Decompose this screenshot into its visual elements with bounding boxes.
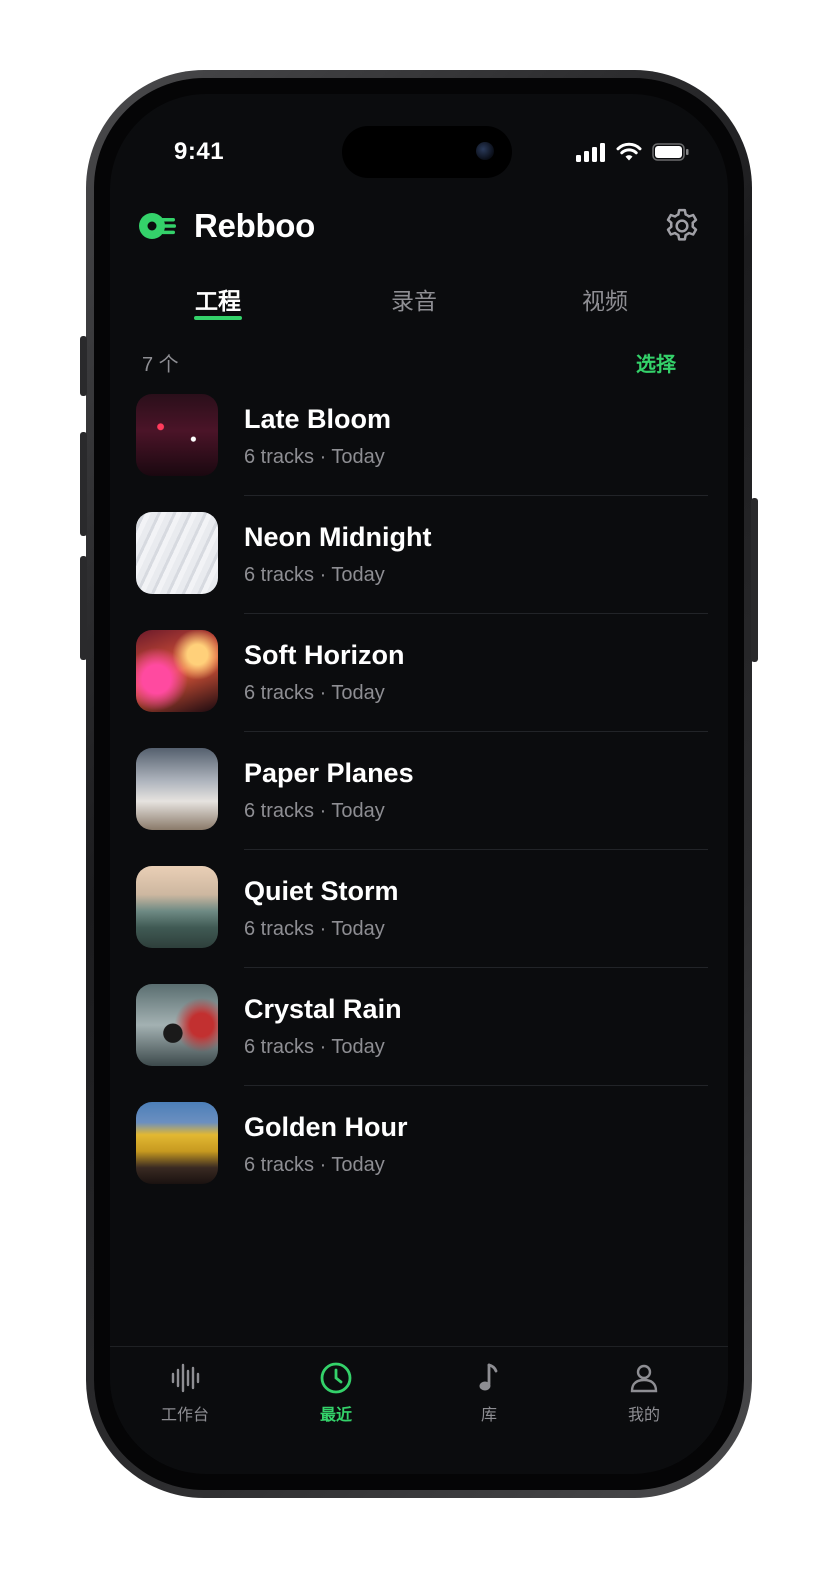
volume-down-button bbox=[80, 556, 87, 660]
project-thumbnail bbox=[136, 866, 218, 948]
dynamic-island bbox=[342, 126, 512, 178]
active-tab-indicator bbox=[194, 316, 242, 320]
tabbar-label: 我的 bbox=[627, 1407, 660, 1424]
project-subtitle: 6 tracks · Today bbox=[244, 682, 385, 704]
project-row[interactable]: Paper Planes 6 tracks · Today bbox=[136, 748, 708, 866]
tabbar-item-recent[interactable]: 最近 bbox=[291, 1361, 381, 1425]
segment-tabs: 工程 录音 视频 bbox=[110, 282, 728, 328]
tab-recordings[interactable]: 录音 bbox=[391, 282, 437, 316]
project-subtitle: 6 tracks · Today bbox=[244, 1154, 385, 1176]
project-title: Late Bloom bbox=[244, 404, 392, 434]
project-thumbnail bbox=[136, 1102, 218, 1184]
tabbar-item-profile[interactable]: 我的 bbox=[599, 1361, 689, 1425]
project-title: Soft Horizon bbox=[244, 640, 405, 670]
project-subtitle: 6 tracks · Today bbox=[244, 1036, 385, 1058]
project-row[interactable]: Neon Midnight 6 tracks · Today bbox=[136, 512, 708, 630]
divider bbox=[244, 495, 708, 496]
status-time: 9:41 bbox=[174, 138, 225, 165]
project-row[interactable]: Golden Hour 6 tracks · Today bbox=[136, 1102, 708, 1220]
camera-icon bbox=[476, 142, 494, 160]
project-title: Paper Planes bbox=[244, 758, 414, 788]
project-thumbnail bbox=[136, 984, 218, 1066]
action-button bbox=[80, 336, 87, 396]
power-button bbox=[751, 498, 758, 662]
gear-icon bbox=[666, 208, 698, 241]
project-subtitle: 6 tracks · Today bbox=[244, 800, 385, 822]
music-note-icon bbox=[479, 1363, 498, 1391]
divider bbox=[244, 849, 708, 850]
project-row[interactable]: Late Bloom 6 tracks · Today bbox=[136, 394, 708, 512]
phone-frame: 9:41 Rebboo 工程 录音 视频 7 个 选择 Late Bloom 6… bbox=[86, 70, 752, 1498]
settings-button[interactable] bbox=[662, 206, 702, 246]
clock-icon bbox=[320, 1362, 352, 1394]
tabbar-item-workbench[interactable]: 工作台 bbox=[140, 1361, 230, 1425]
status-icons bbox=[576, 142, 690, 162]
signal-icon bbox=[576, 143, 605, 162]
divider bbox=[244, 1085, 708, 1086]
project-row[interactable]: Crystal Rain 6 tracks · Today bbox=[136, 984, 708, 1102]
project-row[interactable]: Soft Horizon 6 tracks · Today bbox=[136, 630, 708, 748]
project-title: Crystal Rain bbox=[244, 994, 402, 1024]
divider bbox=[244, 613, 708, 614]
item-count: 7 个 bbox=[142, 354, 179, 376]
project-row[interactable]: Quiet Storm 6 tracks · Today bbox=[136, 866, 708, 984]
app-header: Rebboo bbox=[136, 198, 702, 254]
tabbar-label: 工作台 bbox=[160, 1407, 209, 1424]
app-logo-icon bbox=[136, 204, 180, 248]
project-list: Late Bloom 6 tracks · Today Neon Midnigh… bbox=[136, 394, 708, 1220]
waveform-icon bbox=[171, 1363, 200, 1393]
project-thumbnail bbox=[136, 394, 218, 476]
tabbar-label: 库 bbox=[480, 1407, 497, 1424]
project-title: Quiet Storm bbox=[244, 876, 399, 906]
tab-projects[interactable]: 工程 bbox=[195, 282, 241, 316]
project-subtitle: 6 tracks · Today bbox=[244, 918, 385, 940]
list-header: 7 个 选择 bbox=[142, 348, 676, 378]
divider bbox=[244, 967, 708, 968]
divider bbox=[244, 731, 708, 732]
app-screen: 9:41 Rebboo 工程 录音 视频 7 个 选择 Late Bloom 6… bbox=[110, 94, 728, 1474]
app-title: Rebboo bbox=[194, 207, 316, 244]
bottom-tab-bar: 工作台 最近 库 我的 bbox=[110, 1346, 728, 1466]
project-title: Neon Midnight bbox=[244, 522, 432, 552]
person-icon bbox=[630, 1364, 658, 1393]
project-thumbnail bbox=[136, 630, 218, 712]
project-subtitle: 6 tracks · Today bbox=[244, 446, 385, 468]
tab-videos[interactable]: 视频 bbox=[582, 282, 628, 316]
project-thumbnail bbox=[136, 512, 218, 594]
tabbar-label: 最近 bbox=[319, 1407, 352, 1424]
volume-up-button bbox=[80, 432, 87, 536]
battery-icon bbox=[652, 143, 689, 161]
tabbar-item-library[interactable]: 库 bbox=[444, 1361, 534, 1425]
phone-bezel: 9:41 Rebboo 工程 录音 视频 7 个 选择 Late Bloom 6… bbox=[94, 78, 744, 1490]
project-title: Golden Hour bbox=[244, 1112, 408, 1142]
wifi-icon bbox=[616, 142, 642, 161]
select-button[interactable]: 选择 bbox=[636, 348, 676, 377]
project-subtitle: 6 tracks · Today bbox=[244, 564, 385, 586]
project-thumbnail bbox=[136, 748, 218, 830]
